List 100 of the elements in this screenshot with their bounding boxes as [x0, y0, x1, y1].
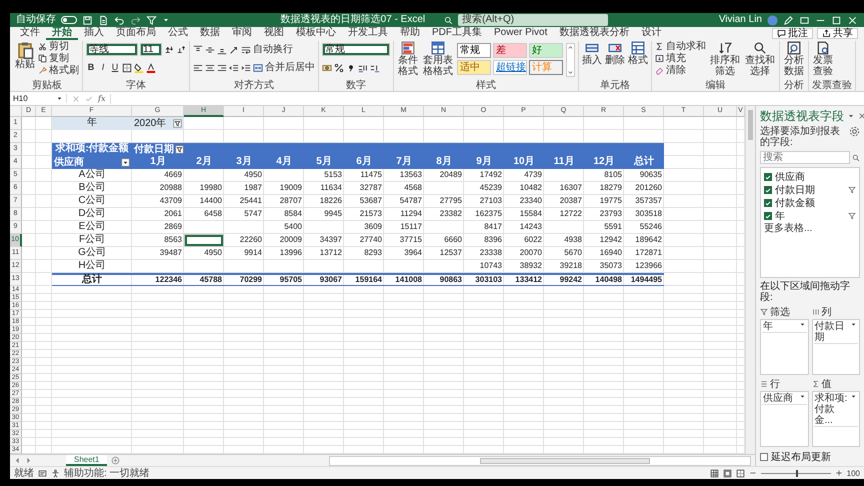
field-label[interactable]: 供应商 [775, 172, 856, 182]
merge-icon[interactable] [253, 62, 263, 72]
invoice-check-button[interactable]: 发票查验 [812, 41, 834, 77]
up-icon[interactable] [567, 44, 574, 51]
search-icon[interactable] [753, 41, 767, 55]
chart-search-icon[interactable] [787, 41, 801, 55]
scissors-icon[interactable] [38, 42, 47, 51]
sigma-icon[interactable] [655, 42, 664, 51]
copy-button[interactable]: 复制 [38, 53, 79, 64]
table-format-button[interactable]: 套用表格格式 [422, 41, 454, 77]
document-icon[interactable] [98, 14, 109, 26]
zoom-level[interactable]: 100 [846, 468, 860, 478]
field-label[interactable]: 年 [775, 210, 845, 222]
align-center-icon[interactable] [205, 62, 215, 72]
format-button[interactable]: I [98, 62, 108, 73]
ribbon-tab[interactable]: 插入 [78, 27, 110, 40]
color-bars-icon[interactable] [401, 41, 415, 55]
format-button[interactable]: B [86, 62, 96, 73]
save-icon[interactable] [82, 14, 93, 26]
field-label[interactable]: 付款金额 [775, 198, 856, 208]
fill-down-icon[interactable] [655, 54, 664, 63]
dropdown-icon[interactable] [121, 158, 130, 167]
page-break-icon[interactable] [736, 468, 745, 478]
ribbon-tab[interactable]: 开发工具 [342, 27, 394, 40]
selected-cell[interactable] [184, 234, 224, 247]
restore-icon[interactable] [799, 14, 810, 26]
zoom-in-icon[interactable] [834, 469, 843, 477]
increase-indent-icon[interactable] [241, 62, 251, 72]
percent-icon[interactable] [334, 62, 344, 72]
increase-icon[interactable] [164, 44, 174, 54]
align-left-icon[interactable] [193, 62, 203, 72]
paste-button[interactable]: 粘贴 [15, 41, 35, 70]
cell-style-swatch[interactable]: 超链接 [493, 60, 527, 75]
comments-button[interactable]: 批注 [772, 28, 813, 39]
autosum-button[interactable]: 自动求和 [655, 41, 706, 52]
caret-icon[interactable] [798, 321, 806, 328]
insert-function-button[interactable]: fx [98, 94, 106, 103]
ribbon-tab[interactable]: Power Pivot [488, 27, 554, 40]
maximize-icon[interactable] [831, 14, 842, 26]
insert-button[interactable]: 插入 [582, 41, 602, 66]
ribbon-tab[interactable]: 审阅 [226, 27, 258, 40]
checkbox[interactable] [764, 199, 772, 207]
wrap-text-button[interactable]: 自动换行 [241, 44, 293, 55]
area-field[interactable]: 供应商 [762, 393, 806, 405]
previous-sheet-icon[interactable] [14, 457, 21, 464]
comma-icon[interactable] [346, 62, 356, 72]
caret-icon[interactable] [850, 321, 857, 328]
orientation-icon[interactable] [229, 44, 239, 54]
delete-button[interactable]: 删除 [605, 41, 625, 66]
font-name-field[interactable]: 等线 [86, 43, 138, 56]
find-select-button[interactable]: 查找和选择 [744, 41, 776, 77]
drop-area[interactable]: 付款日期 [812, 319, 860, 375]
clipboard-icon[interactable] [16, 41, 34, 59]
caret-icon[interactable] [798, 393, 806, 400]
cut-button[interactable]: 剪切 [38, 41, 79, 52]
clear-button[interactable]: 清除 [655, 65, 706, 76]
autosave-toggle[interactable] [61, 16, 77, 24]
checkbox[interactable] [764, 173, 772, 181]
accessibility-status[interactable]: 辅助功能: 一切就绪 [64, 468, 150, 478]
search-field[interactable]: 搜索 [760, 151, 850, 164]
cell-style-swatch[interactable]: 适中 [457, 60, 491, 75]
search-icon[interactable] [444, 16, 454, 24]
filter-button-icon[interactable] [173, 119, 182, 128]
settings-icon[interactable] [849, 126, 860, 137]
sheet-tab[interactable]: Sheet1 [66, 455, 108, 466]
share-icon[interactable] [822, 29, 831, 38]
filter-icon[interactable] [146, 14, 157, 26]
font-color-icon[interactable] [146, 62, 156, 72]
cell-style-swatch[interactable]: 常规 [457, 43, 491, 58]
user-name[interactable]: Vivian Lin [718, 14, 762, 26]
name-box[interactable]: H10 [13, 94, 67, 103]
gallery-scrollbar[interactable] [566, 43, 575, 77]
redo-icon[interactable] [130, 14, 141, 26]
more-tables-link[interactable]: 更多表格... [764, 223, 812, 235]
copy-icon[interactable] [38, 54, 47, 63]
currency-icon[interactable] [322, 62, 332, 72]
checkbox[interactable] [760, 452, 768, 460]
caret-icon[interactable] [162, 16, 170, 24]
macro-icon[interactable] [38, 468, 47, 478]
ribbon-tab[interactable]: 数据 [194, 27, 226, 40]
cell-style-swatch[interactable]: 好 [529, 43, 563, 58]
page-layout-icon[interactable] [722, 468, 732, 478]
vertical-scrollbar[interactable] [745, 106, 755, 454]
checkbox[interactable] [764, 186, 772, 194]
sort-icon[interactable] [718, 41, 732, 55]
area-field[interactable]: 年 [762, 321, 806, 333]
share-button[interactable]: 共享 [817, 28, 858, 39]
defer-update-label[interactable]: 延迟布局更新 [771, 450, 831, 464]
format-button[interactable]: 格式 [628, 41, 648, 66]
increase-decimal-icon[interactable] [358, 62, 368, 72]
ribbon-tab[interactable]: 视图 [258, 27, 290, 40]
sort-filter-button[interactable]: 排序和筛选 [709, 41, 741, 77]
decrease-decimal-icon[interactable] [370, 62, 380, 72]
field-label[interactable]: 付款日期 [775, 184, 845, 196]
caret-icon[interactable] [56, 95, 63, 102]
analyze-data-button[interactable]: 分析数据 [783, 41, 805, 77]
area-field[interactable]: 求和项:付款金... [814, 393, 858, 427]
format-button[interactable]: U [110, 62, 120, 73]
ribbon-tab[interactable]: 帮助 [394, 27, 426, 40]
merge-center-button[interactable]: 合并后居中 [253, 62, 315, 73]
